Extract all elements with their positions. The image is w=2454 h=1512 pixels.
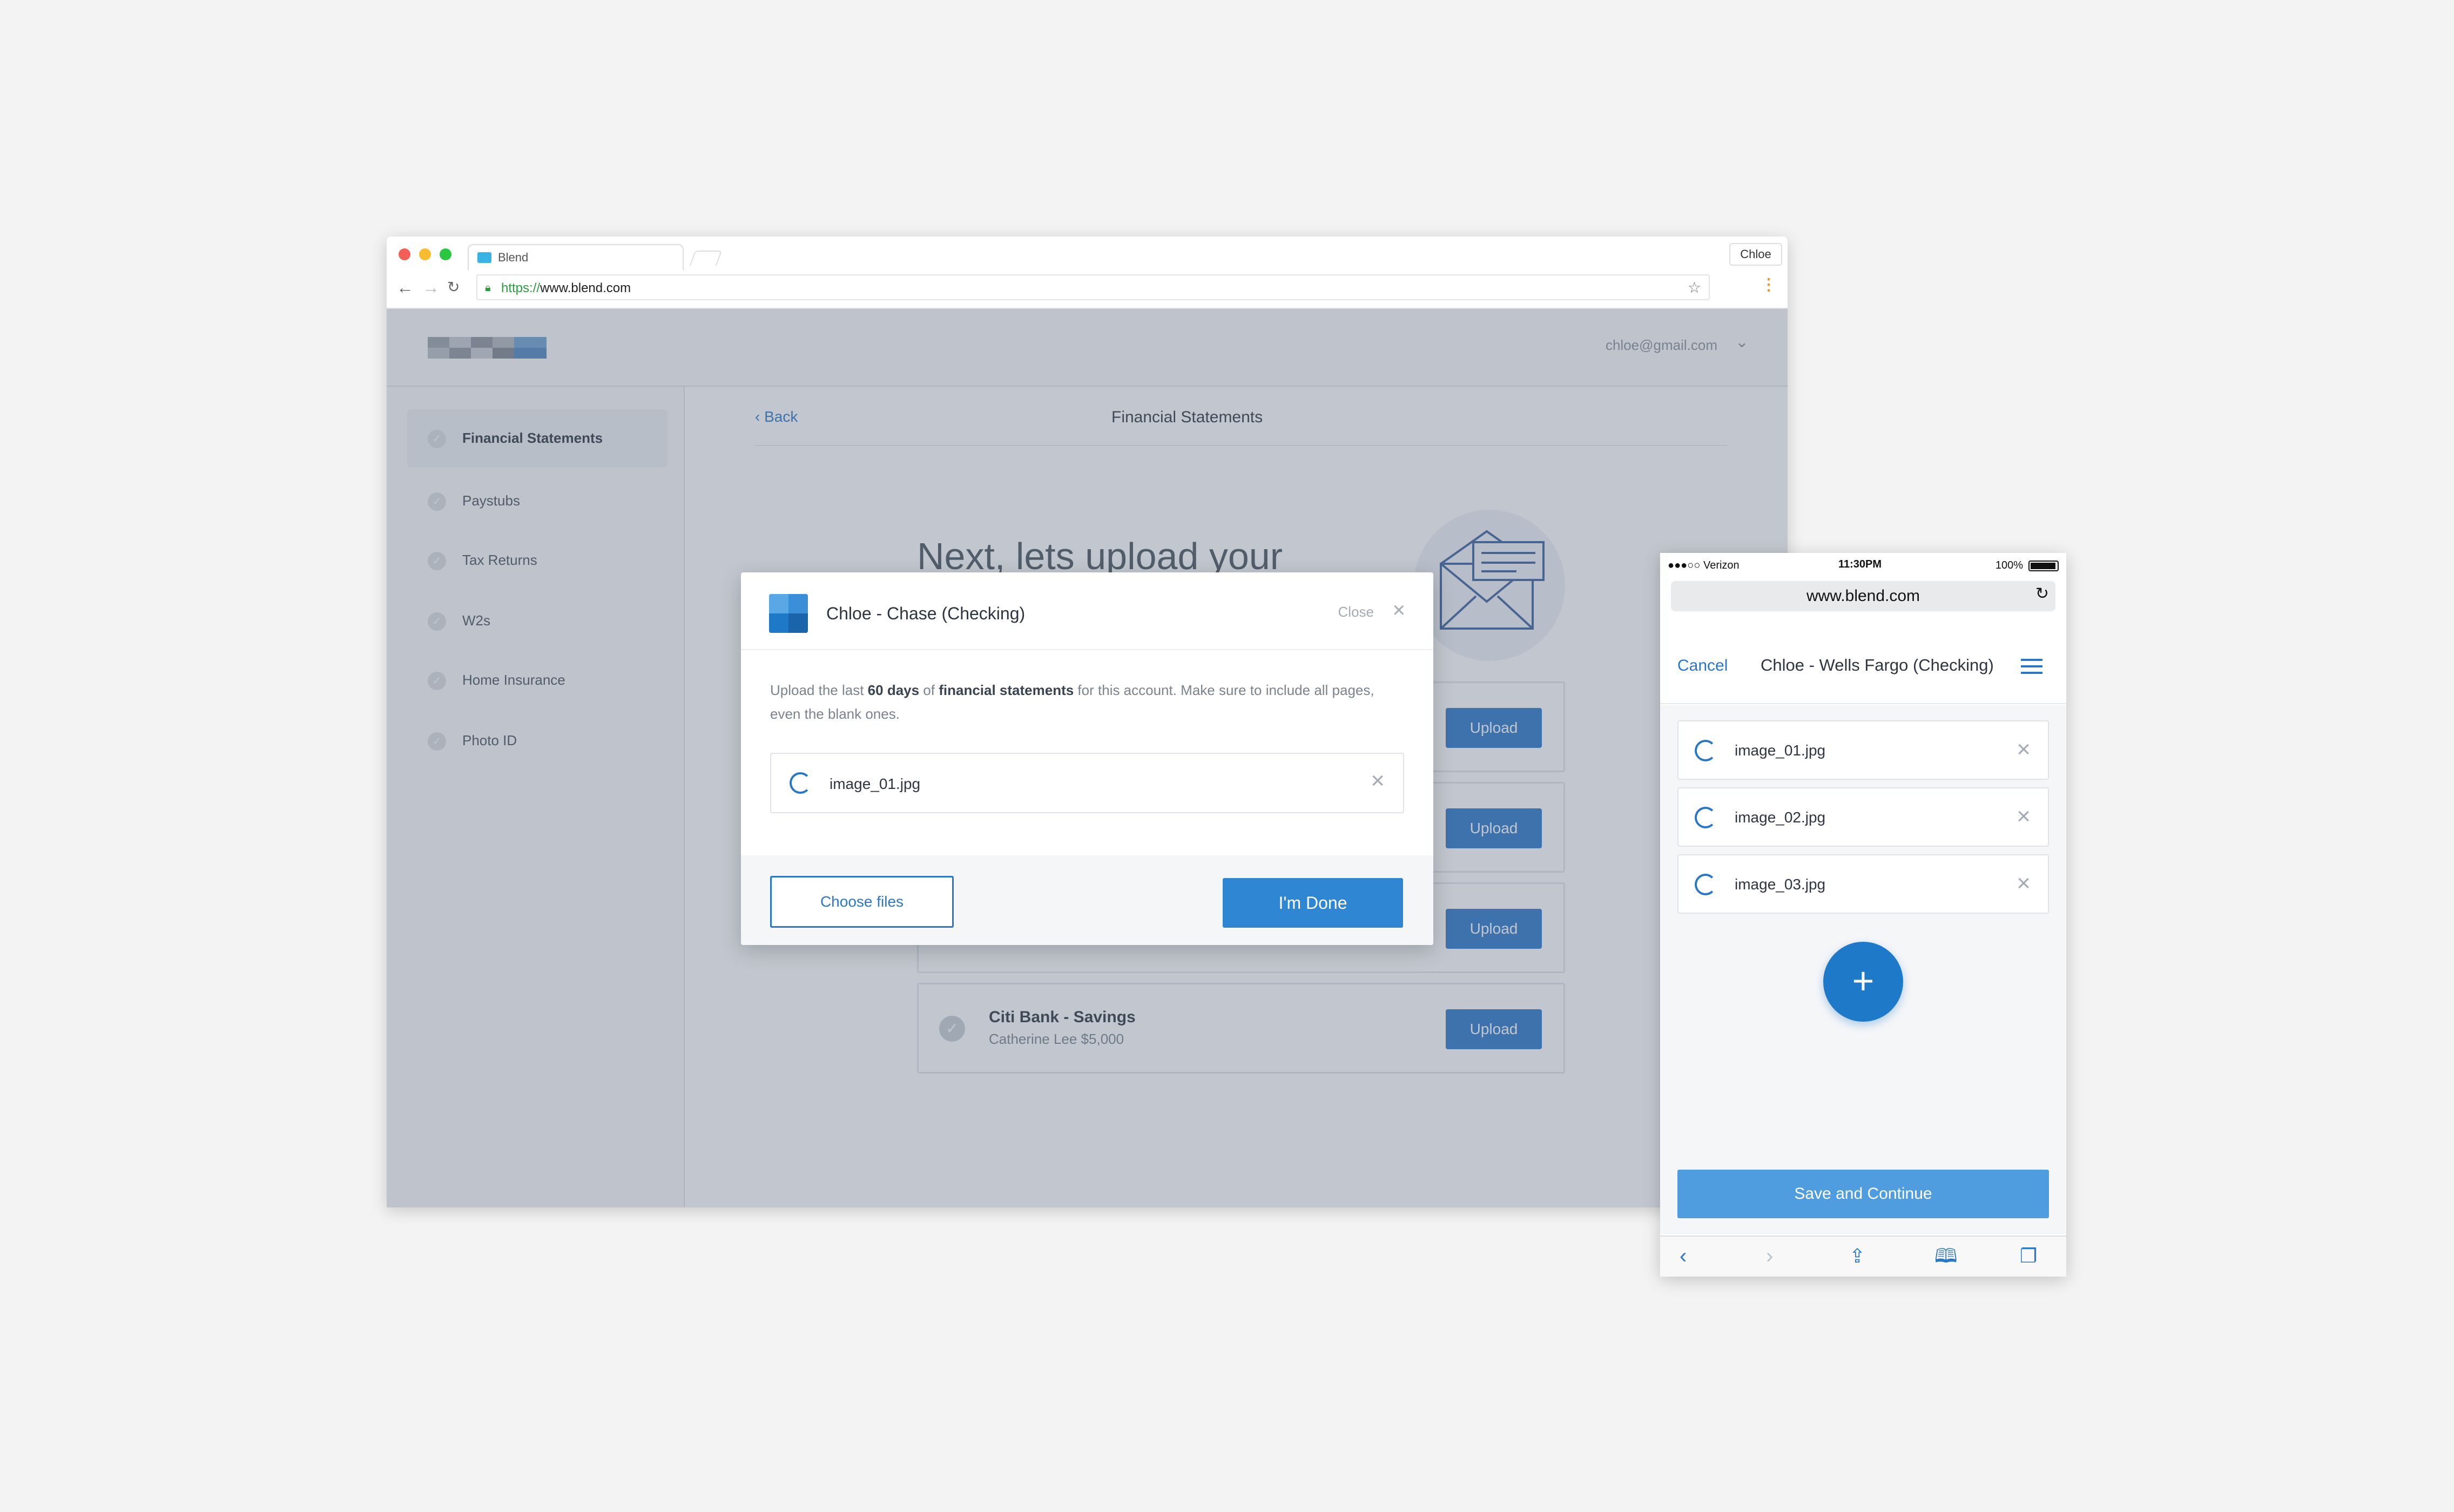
file-name: image_03.jpg: [1735, 876, 1826, 893]
file-row: image_02.jpg ×: [1677, 787, 2049, 847]
loading-spinner-icon: [790, 772, 811, 794]
reload-icon[interactable]: ↻: [447, 279, 460, 296]
remove-file-icon[interactable]: ×: [2017, 805, 2031, 828]
minimize-window-button[interactable]: [419, 248, 431, 260]
loading-spinner-icon: [1695, 874, 1716, 895]
battery-level: 100%: [1995, 559, 2023, 571]
mobile-body: image_01.jpg × image_02.jpg × image_03.j…: [1660, 705, 2066, 1234]
file-row: image_01.jpg ×: [770, 753, 1404, 813]
address-bar[interactable]: 🔒︎ https://www.blend.com ☆: [476, 274, 1710, 300]
close-icon[interactable]: ×: [1393, 599, 1405, 621]
maximize-window-button[interactable]: [440, 248, 451, 260]
mobile-address-bar[interactable]: www.blend.com: [1671, 581, 2055, 611]
reload-icon[interactable]: ↻: [2035, 584, 2049, 603]
modal-title: Chloe - Chase (Checking): [826, 604, 1026, 623]
back-icon[interactable]: ‹: [1680, 1245, 1687, 1267]
file-name: image_01.jpg: [830, 775, 921, 792]
back-arrow-icon[interactable]: ←: [396, 279, 414, 296]
modal-header: Chloe - Chase (Checking) Close ×: [741, 572, 1433, 650]
file-row: image_01.jpg ×: [1677, 720, 2049, 780]
browser-chrome: Blend Chloe ← → ↻ 🔒︎ https://www.blend.c…: [387, 237, 1788, 309]
remove-file-icon[interactable]: ×: [2017, 872, 2031, 895]
favicon-icon: [477, 252, 491, 263]
modal-footer: Choose files I'm Done: [741, 855, 1433, 945]
forward-arrow-icon[interactable]: →: [422, 279, 440, 296]
bookmark-star-icon[interactable]: ☆: [1688, 279, 1701, 296]
forward-icon[interactable]: ›: [1766, 1245, 1773, 1267]
mobile-title: Chloe - Wells Fargo (Checking): [1761, 656, 1994, 674]
remove-file-icon[interactable]: ×: [1371, 769, 1385, 793]
status-bar: ●●●○○ Verizon 11:30PM 100%: [1660, 553, 2066, 577]
bank-logo-icon: [769, 594, 808, 633]
loading-spinner-icon: [1695, 740, 1716, 761]
close-window-button[interactable]: [399, 248, 410, 260]
profile-button[interactable]: Chloe: [1729, 243, 1782, 266]
browser-menu-icon[interactable]: ⋮: [1761, 275, 1777, 294]
save-and-continue-button[interactable]: Save and Continue: [1677, 1170, 2049, 1218]
navigation-bar: ← → ↻ 🔒︎ https://www.blend.com ☆ ⋮: [387, 271, 1788, 309]
mobile-screen: ●●●○○ Verizon 11:30PM 100% www.blend.com…: [1660, 553, 2066, 1277]
carrier: ●●●○○ Verizon: [1668, 559, 1740, 571]
choose-files-button[interactable]: Choose files: [770, 876, 954, 928]
address-url: https://www.blend.com: [501, 281, 631, 295]
file-name: image_01.jpg: [1735, 742, 1826, 759]
file-name: image_02.jpg: [1735, 809, 1826, 826]
loading-spinner-icon: [1695, 807, 1716, 828]
share-icon[interactable]: ⇪: [1849, 1245, 1865, 1267]
tabs-icon[interactable]: ❐: [2020, 1245, 2037, 1267]
mobile-header: Cancel Chloe - Wells Fargo (Checking): [1660, 618, 2066, 704]
remove-file-icon[interactable]: ×: [2017, 738, 2031, 761]
battery-icon: [2028, 561, 2059, 571]
upload-modal: Chloe - Chase (Checking) Close × Upload …: [741, 572, 1433, 945]
hamburger-menu-icon[interactable]: [2021, 659, 2042, 674]
lock-icon: 🔒︎: [485, 282, 491, 294]
modal-description: Upload the last 60 days of financial sta…: [770, 682, 1374, 722]
new-tab-button[interactable]: [689, 251, 723, 266]
add-file-button[interactable]: +: [1823, 942, 1903, 1022]
done-button[interactable]: I'm Done: [1223, 878, 1403, 928]
cancel-button[interactable]: Cancel: [1677, 657, 1728, 675]
safari-toolbar: ‹ › ⇪ 🕮︎ ❐: [1660, 1236, 2066, 1277]
clock: 11:30PM: [1838, 558, 1882, 570]
file-row: image_03.jpg ×: [1677, 854, 2049, 914]
browser-tab[interactable]: Blend: [468, 244, 684, 270]
close-button[interactable]: Close: [1338, 604, 1374, 620]
tab-title: Blend: [498, 251, 529, 264]
bookmarks-icon[interactable]: 🕮︎: [1934, 1245, 1957, 1267]
